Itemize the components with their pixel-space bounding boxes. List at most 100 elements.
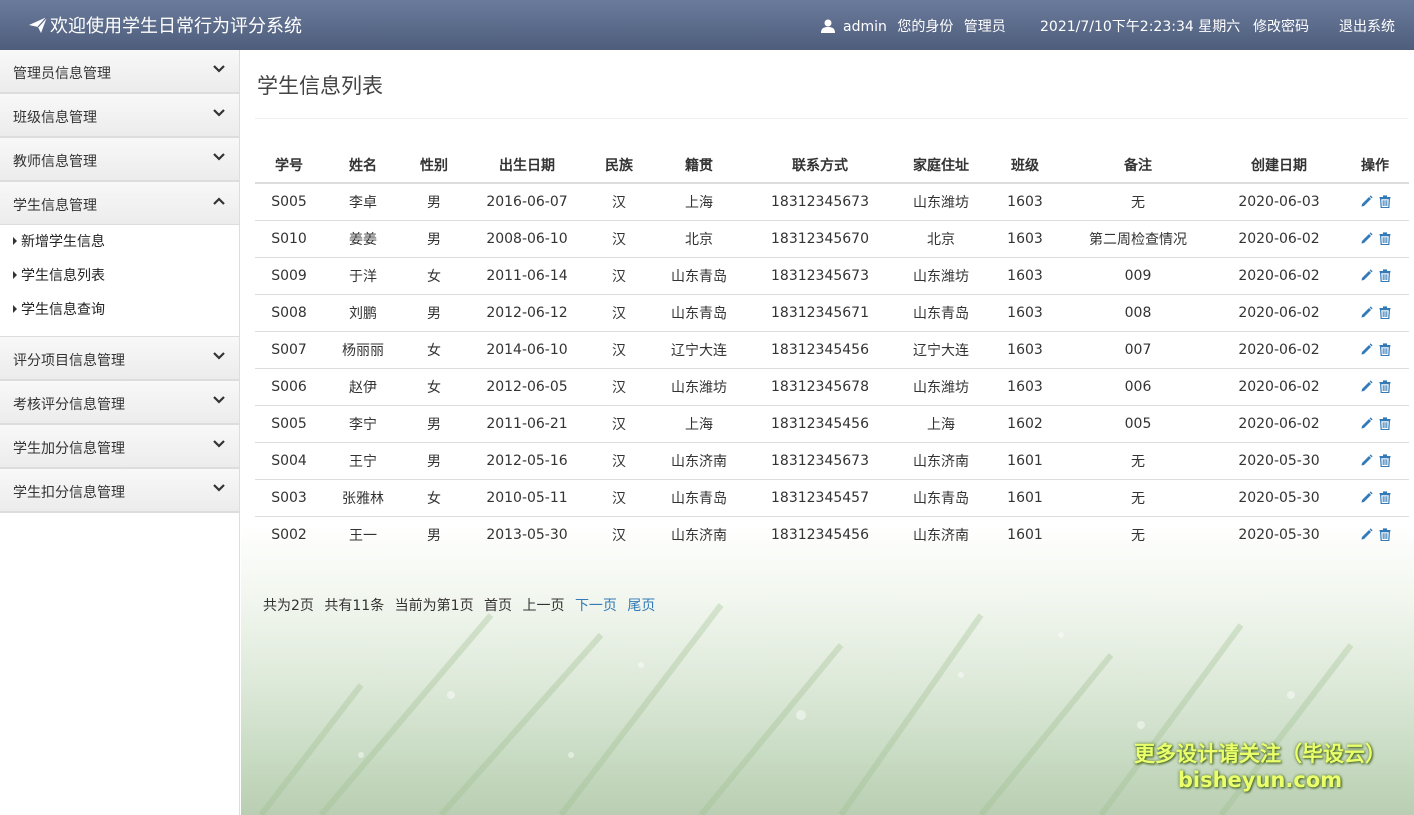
table-cell: 2012-05-16 (465, 441, 589, 479)
submenu-student-query[interactable]: 学生信息查询 (0, 296, 239, 330)
table-cell: 2010-05-11 (465, 478, 589, 516)
column-header: 籍贯 (649, 147, 749, 184)
trash-icon[interactable] (1379, 491, 1391, 504)
table-cell: 无 (1059, 441, 1217, 479)
trash-icon[interactable] (1379, 417, 1391, 430)
chevron-down-icon (213, 440, 225, 448)
pencil-icon[interactable] (1360, 232, 1373, 245)
chevron-down-icon (213, 484, 225, 492)
pager-prev-link[interactable]: 上一页 (522, 598, 564, 614)
table-cell: 女 (403, 367, 465, 405)
menu-bonus: 学生加分信息管理 (0, 425, 239, 469)
pencil-icon[interactable] (1360, 528, 1373, 541)
table-cell: 山东济南 (891, 515, 991, 553)
table-cell: 无 (1131, 194, 1145, 211)
app-title: 欢迎使用学生日常行为评分系统 (50, 16, 302, 37)
table-cell: S004 (255, 441, 323, 479)
menu-head-assessment[interactable]: 考核评分信息管理 (0, 381, 239, 424)
pager-first-link[interactable]: 首页 (484, 598, 512, 614)
pencil-icon[interactable] (1360, 417, 1373, 430)
table-cell: S009 (255, 256, 323, 294)
menu-head-student[interactable]: 学生信息管理 (0, 182, 239, 225)
table-row: S003 张雅林女 2010-05-11 汉山东青岛 18312345457 山东青岛 16… (255, 478, 1409, 516)
table-cell: 1603 (1007, 193, 1043, 210)
table-cell: 2013-05-30 (465, 515, 589, 553)
watermark-line-1: 更多设计请关注（毕设云） (1134, 742, 1386, 766)
pager-total-items: 共有11条 (324, 598, 385, 614)
table-cell: 山东潍坊 (913, 194, 969, 211)
caret-right-icon (13, 305, 17, 313)
table-cell: 李宁 (323, 404, 403, 442)
table-row: S005 李卓 男 2016-06-07 汉 上海 18312345673 山东潍坊 1603 无… (255, 183, 1409, 220)
column-header: 姓名 (323, 147, 403, 184)
logout-link[interactable]: 退出系统 (1339, 16, 1395, 36)
table-cell: 2020-06-02 (1217, 404, 1341, 442)
table-cell: 18312345456 (749, 404, 891, 442)
pencil-icon[interactable] (1360, 195, 1373, 208)
table-cell: 汉 (589, 441, 649, 479)
chevron-down-icon (213, 153, 225, 161)
table-cell: 1602 (991, 404, 1059, 442)
menu-head-class[interactable]: 班级信息管理 (0, 94, 239, 137)
table-cell: 女 (403, 330, 465, 368)
user-info: admin 您的身份 管理员 (821, 16, 1006, 36)
table-cell: 1603 (991, 219, 1059, 257)
submenu-student-list[interactable]: 学生信息列表 (0, 262, 239, 296)
menu-head-deduction[interactable]: 学生扣分信息管理 (0, 469, 239, 512)
submenu-add-student[interactable]: 新增学生信息 (0, 228, 239, 262)
table-cell: 女 (403, 478, 465, 516)
pencil-icon[interactable] (1360, 306, 1373, 319)
table-cell: 山东济南 (649, 441, 749, 479)
trash-icon[interactable] (1379, 343, 1391, 356)
caret-right-icon (13, 271, 17, 279)
table-cell: 王宁 (323, 441, 403, 479)
pencil-icon[interactable] (1360, 491, 1373, 504)
table-row: S006 赵伊女 2012-06-05 汉山东潍坊 18312345678 山东潍坊 160… (255, 367, 1409, 405)
pencil-icon[interactable] (1360, 454, 1373, 467)
pager-next-link[interactable]: 下一页 (575, 598, 617, 614)
table-cell: 2011-06-14 (465, 256, 589, 294)
pencil-icon[interactable] (1360, 343, 1373, 356)
trash-icon[interactable] (1379, 306, 1391, 319)
pencil-icon[interactable] (1360, 269, 1373, 282)
table-cell: 2008-06-10 (465, 219, 589, 257)
table-cell: 李卓 (349, 194, 377, 211)
trash-icon[interactable] (1379, 269, 1391, 282)
table-cell: 007 (1059, 330, 1217, 368)
table-cell: 2020-06-02 (1217, 330, 1341, 368)
table-cell: 山东潍坊 (649, 367, 749, 405)
table-cell: 2020-06-02 (1217, 367, 1341, 405)
table-cell: 18312345456 (749, 330, 891, 368)
column-header: 性别 (403, 147, 465, 184)
menu-head-score-item[interactable]: 评分项目信息管理 (0, 337, 239, 380)
role-value: 管理员 (963, 19, 1006, 35)
trash-icon[interactable] (1379, 454, 1391, 467)
row-actions (1341, 478, 1409, 516)
menu-label: 班级信息管理 (13, 110, 97, 126)
pager-last-link[interactable]: 尾页 (627, 598, 655, 614)
menu-head-bonus[interactable]: 学生加分信息管理 (0, 425, 239, 468)
menu-student: 学生信息管理 新增学生信息 学生信息列表 学生信息查询 (0, 182, 239, 337)
table-cell: 2014-06-10 (465, 330, 589, 368)
table-cell: S006 (255, 367, 323, 405)
trash-icon[interactable] (1379, 528, 1391, 542)
trash-icon[interactable] (1379, 232, 1391, 245)
menu-head-teacher[interactable]: 教师信息管理 (0, 138, 239, 181)
table-cell: 1603 (991, 293, 1059, 331)
trash-icon[interactable] (1379, 380, 1391, 393)
menu-assessment: 考核评分信息管理 (0, 381, 239, 425)
row-actions (1341, 515, 1409, 553)
change-password-link[interactable]: 修改密码 (1253, 16, 1309, 36)
menu-label: 教师信息管理 (13, 154, 97, 170)
table-cell: 006 (1059, 367, 1217, 405)
table-cell: S008 (255, 293, 323, 331)
chevron-down-icon (213, 65, 225, 73)
pencil-icon[interactable] (1360, 380, 1373, 393)
trash-icon[interactable] (1379, 195, 1391, 209)
table-cell: S007 (255, 330, 323, 368)
table-cell: 上海 (891, 404, 991, 442)
row-actions (1341, 293, 1409, 331)
menu-head-admin[interactable]: 管理员信息管理 (0, 50, 239, 93)
table-cell: 山东青岛 (891, 478, 991, 516)
column-header: 操作 (1341, 147, 1409, 184)
